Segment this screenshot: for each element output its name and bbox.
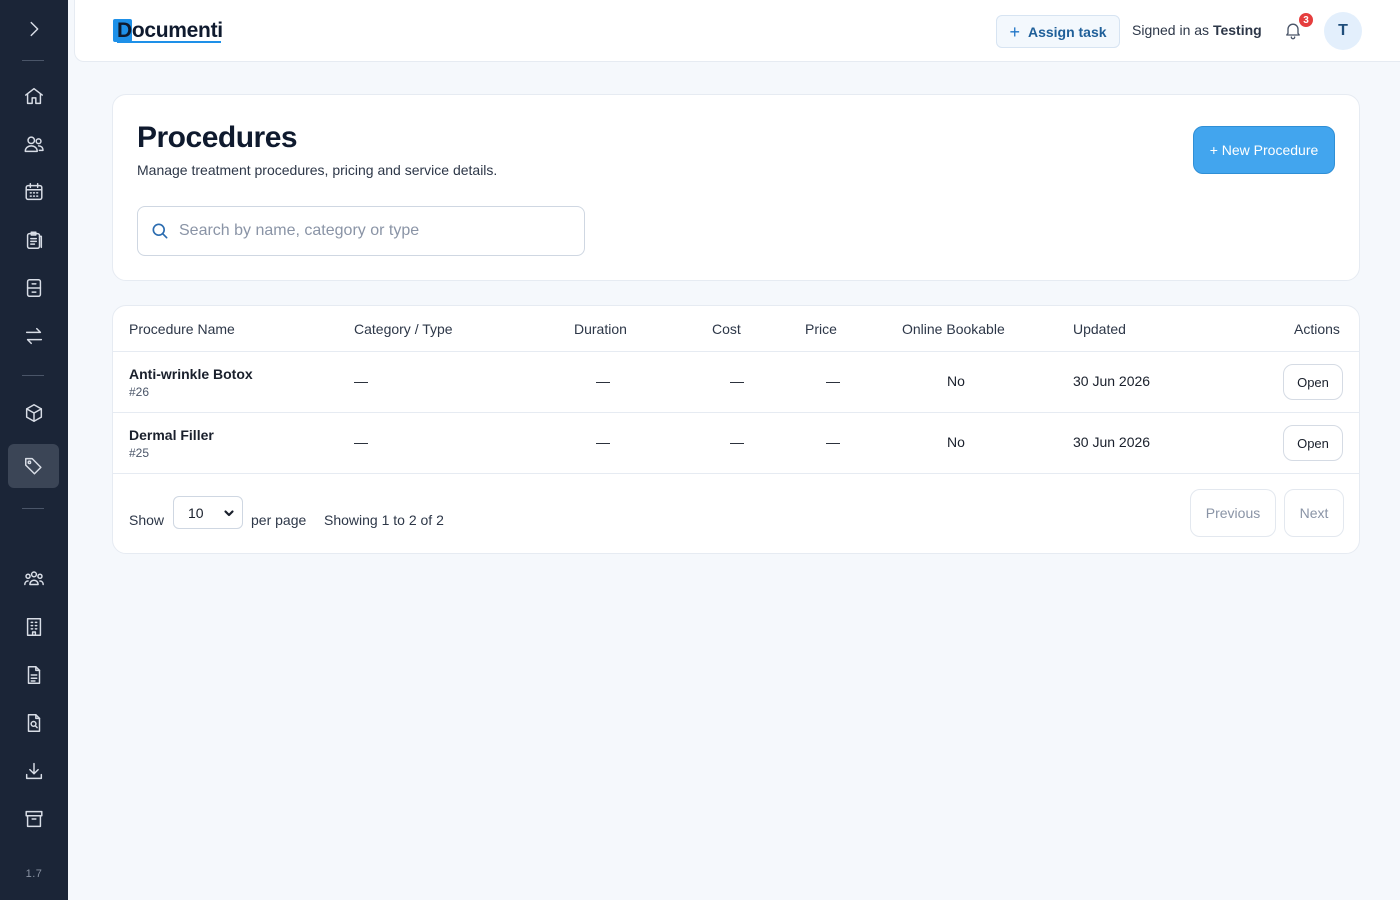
logo-underline — [117, 41, 221, 43]
sidebar-item-records[interactable] — [8, 266, 59, 310]
sidebar-divider — [22, 375, 44, 376]
archive-icon — [24, 810, 43, 828]
search-icon — [152, 223, 168, 239]
procedure-online-bookable: No — [947, 434, 965, 450]
procedure-updated: 30 Jun 2026 — [1073, 373, 1151, 389]
procedure-price: — — [826, 434, 840, 450]
table-footer: Show 10 per page Showing 1 to 2 of 2 Pre… — [113, 473, 1359, 553]
sidebar-item-home[interactable] — [8, 74, 59, 118]
download-icon — [25, 762, 42, 780]
column-header-updated[interactable]: Updated — [1073, 321, 1126, 337]
home-icon — [24, 87, 43, 105]
topbar: Documenti + Assign task Signed in as Tes… — [74, 0, 1400, 62]
show-label: Show — [129, 512, 165, 528]
tag-icon — [24, 457, 42, 475]
app-version: 1.7 — [25, 868, 43, 880]
sidebar-item-document-search[interactable] — [8, 701, 59, 745]
procedure-cost: — — [730, 434, 744, 450]
procedures-header-card: Procedures Manage treatment procedures, … — [112, 94, 1360, 281]
logo-text: Documenti — [117, 19, 223, 42]
signed-in-text: Signed in as Testing — [1132, 22, 1262, 38]
column-header-actions: Actions — [1294, 321, 1340, 337]
sidebar: 1.7 — [0, 0, 68, 900]
column-header-price[interactable]: Price — [805, 321, 837, 337]
procedure-name: Dermal Filler — [129, 427, 214, 443]
new-procedure-button[interactable]: + New Procedure — [1193, 126, 1335, 174]
app-logo[interactable]: Documenti — [113, 18, 223, 44]
sidebar-item-team[interactable] — [8, 557, 59, 601]
chevron-right-icon — [30, 21, 38, 37]
procedure-cost: — — [730, 373, 744, 389]
procedure-updated: 30 Jun 2026 — [1073, 434, 1151, 450]
procedure-category: — — [354, 373, 368, 389]
per-page-value: 10 — [188, 504, 204, 521]
users-icon — [24, 136, 44, 153]
open-procedure-button[interactable]: Open — [1283, 364, 1343, 400]
sidebar-item-patients[interactable] — [8, 122, 59, 166]
table-row[interactable]: Dermal Filler #25 — — — — No 30 Jun 2026… — [113, 413, 1359, 474]
table-row[interactable]: Anti-wrinkle Botox #26 — — — — No 30 Jun… — [113, 352, 1359, 413]
sidebar-item-documents[interactable] — [8, 653, 59, 697]
team-icon — [23, 571, 44, 586]
sidebar-item-transfers[interactable] — [8, 314, 59, 358]
procedure-name: Anti-wrinkle Botox — [129, 366, 253, 382]
next-page-button[interactable]: Next — [1284, 489, 1344, 537]
sidebar-item-procedures[interactable] — [8, 444, 59, 488]
open-procedure-button[interactable]: Open — [1283, 425, 1343, 461]
column-header-category[interactable]: Category / Type — [354, 321, 453, 337]
sidebar-item-archive[interactable] — [8, 797, 59, 841]
sidebar-item-buildings[interactable] — [8, 605, 59, 649]
document-icon — [27, 666, 40, 684]
clipboard-icon — [26, 231, 42, 249]
procedure-duration: — — [596, 434, 610, 450]
plus-icon: + — [1009, 21, 1020, 42]
previous-page-button[interactable]: Previous — [1190, 489, 1276, 537]
search-box — [137, 206, 585, 256]
per-page-select[interactable]: 10 — [173, 496, 243, 529]
page-title: Procedures — [137, 121, 298, 154]
sidebar-item-calendar[interactable] — [8, 170, 59, 214]
per-page-label: per page — [251, 512, 307, 528]
procedure-category: — — [354, 434, 368, 450]
building-icon — [26, 618, 41, 636]
chevron-down-icon — [223, 506, 235, 518]
procedure-id: #26 — [129, 385, 150, 399]
transfer-arrows-icon — [25, 327, 42, 345]
sidebar-item-inventory[interactable] — [8, 391, 59, 435]
page-subtitle: Manage treatment procedures, pricing and… — [137, 162, 498, 178]
procedure-duration: — — [596, 373, 610, 389]
document-search-icon — [27, 714, 40, 732]
sidebar-item-downloads[interactable] — [8, 749, 59, 793]
calendar-icon — [24, 183, 43, 201]
file-cabinet-icon — [26, 279, 41, 297]
signed-in-user: Testing — [1212, 22, 1262, 38]
notification-badge: 3 — [1297, 11, 1315, 29]
procedure-price: — — [826, 373, 840, 389]
column-header-name[interactable]: Procedure Name — [129, 321, 235, 337]
column-header-online-bookable[interactable]: Online Bookable — [902, 321, 1005, 337]
procedure-online-bookable: No — [947, 373, 965, 389]
column-header-cost[interactable]: Cost — [712, 321, 741, 337]
cube-icon — [25, 404, 42, 422]
avatar[interactable]: T — [1324, 12, 1362, 50]
sidebar-divider — [22, 60, 44, 61]
column-header-duration[interactable]: Duration — [574, 321, 627, 337]
procedure-id: #25 — [129, 446, 150, 460]
sidebar-divider — [22, 508, 44, 509]
showing-count: Showing 1 to 2 of 2 — [324, 512, 444, 528]
search-input[interactable] — [179, 222, 559, 240]
assign-task-label: Assign task — [1027, 23, 1107, 40]
procedures-table: Procedure Name Category / Type Duration … — [112, 305, 1360, 554]
sidebar-item-clipboard[interactable] — [8, 218, 59, 262]
signed-in-prefix: Signed in as — [1132, 22, 1210, 38]
assign-task-button[interactable]: + Assign task — [996, 15, 1120, 48]
table-header: Procedure Name Category / Type Duration … — [113, 306, 1359, 352]
sidebar-expand-button[interactable] — [8, 7, 59, 51]
